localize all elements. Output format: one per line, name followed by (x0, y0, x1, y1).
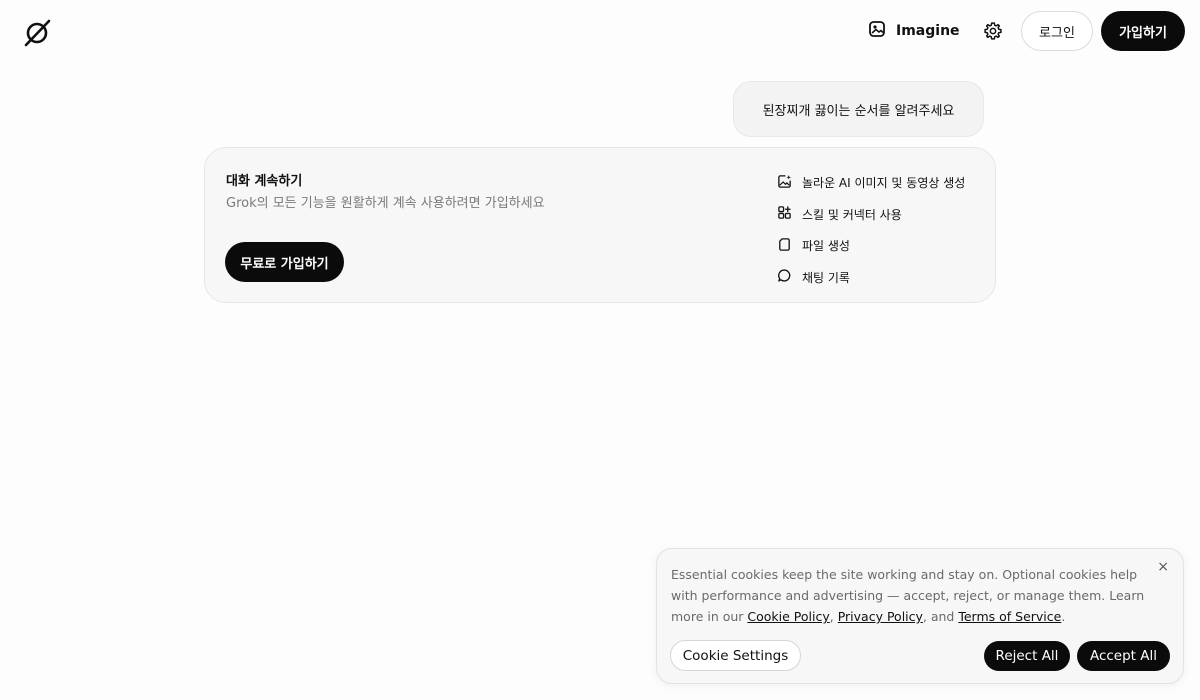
free-signup-button[interactable]: 무료로 가입하기 (225, 242, 344, 282)
accept-all-button[interactable]: Accept All (1077, 641, 1170, 671)
user-message-bubble: 된장찌개 끓이는 순서를 알려주세요 (733, 81, 984, 137)
feature-label: 파일 생성 (802, 239, 850, 254)
card-subtitle: Grok의 모든 기능을 원활하게 계속 사용하려면 가입하세요 (226, 196, 545, 211)
close-icon[interactable]: × (1157, 559, 1169, 575)
imagine-label: Imagine (896, 23, 960, 39)
feature-item: 스킬 및 커넥터 사용 (777, 199, 987, 231)
login-button[interactable]: 로그인 (1021, 11, 1093, 51)
apps-plus-icon (777, 205, 792, 223)
cookie-text-end: . (1061, 609, 1066, 624)
imagine-icon (868, 20, 886, 42)
cookie-banner: Essential cookies keep the site working … (656, 548, 1184, 684)
gear-icon[interactable] (981, 19, 1005, 43)
feature-label: 놀라운 AI 이미지 및 동영상 생성 (802, 176, 966, 191)
signup-button[interactable]: 가입하기 (1101, 11, 1185, 51)
cookie-settings-button[interactable]: Cookie Settings (670, 640, 801, 671)
feature-list: 놀라운 AI 이미지 및 동영상 생성 스킬 및 커넥터 사용 파일 생성 채팅… (777, 167, 987, 293)
feature-label: 스킬 및 커넥터 사용 (802, 207, 902, 222)
cookie-policy-link[interactable]: Cookie Policy (747, 609, 829, 624)
cookie-text-separator: , (829, 609, 838, 624)
page: Imagine 로그인 가입하기 된장찌개 끓이는 순서를 알려주세요 대화 계… (0, 0, 1200, 700)
feature-label: 채팅 기록 (802, 270, 850, 285)
cookie-text: Essential cookies keep the site working … (671, 564, 1151, 627)
cookie-text-separator: , and (922, 609, 959, 624)
privacy-policy-link[interactable]: Privacy Policy (838, 609, 923, 624)
continue-conversation-card: 대화 계속하기 Grok의 모든 기능을 원활하게 계속 사용하려면 가입하세요… (204, 147, 996, 303)
grok-logo-icon[interactable] (22, 18, 52, 48)
chat-bubble-icon (777, 268, 792, 286)
feature-item: 파일 생성 (777, 230, 987, 262)
reject-all-button[interactable]: Reject All (984, 641, 1070, 671)
image-sparkle-icon (777, 174, 792, 192)
file-icon (777, 237, 792, 255)
terms-of-service-link[interactable]: Terms of Service (958, 609, 1061, 624)
card-title: 대화 계속하기 (226, 174, 303, 189)
feature-item: 채팅 기록 (777, 262, 987, 294)
feature-item: 놀라운 AI 이미지 및 동영상 생성 (777, 167, 987, 199)
imagine-button[interactable]: Imagine (868, 18, 960, 44)
